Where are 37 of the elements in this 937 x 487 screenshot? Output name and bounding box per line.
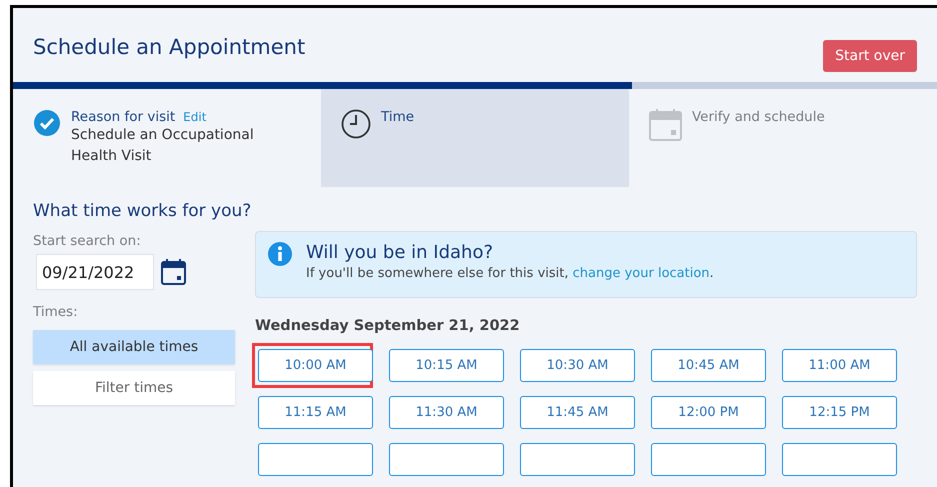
notice-title: Will you be in Idaho? [306, 242, 494, 263]
calendar-icon[interactable] [161, 259, 186, 285]
filter-option[interactable]: All available times [33, 330, 235, 364]
time-slot-button[interactable] [389, 443, 504, 476]
info-icon [268, 242, 292, 266]
date-input[interactable]: 09/21/2022 [36, 254, 154, 290]
time-slot-button[interactable]: 11:15 AM [258, 396, 373, 429]
time-slot-button[interactable]: 11:45 AM [520, 396, 635, 429]
time-slot-button[interactable] [520, 443, 635, 476]
field-label: Start search on: [33, 233, 142, 249]
time-slot-button[interactable]: 12:00 PM [651, 396, 766, 429]
step-detail: Schedule an Occupational Health Visit [71, 126, 255, 166]
clock-icon [341, 109, 371, 139]
field-label: Times: [33, 304, 79, 320]
section-heading: What time works for you? [33, 201, 252, 221]
filter-option[interactable]: Filter times [33, 371, 235, 405]
step-label: Verify and schedule [692, 109, 825, 125]
time-slot-button[interactable]: 10:30 AM [520, 349, 635, 382]
time-slot-button[interactable]: 12:15 PM [782, 396, 897, 429]
time-slot-button[interactable]: 10:00 AM [258, 349, 373, 382]
check-circle-icon [33, 109, 61, 137]
time-slot-button[interactable]: 11:30 AM [389, 396, 504, 429]
time-slot-button[interactable] [651, 443, 766, 476]
change-location-link[interactable]: change your location [572, 266, 710, 281]
day-heading: Wednesday September 21, 2022 [255, 318, 521, 334]
time-slot-button[interactable] [782, 443, 897, 476]
start-over-button[interactable]: Start over [823, 40, 917, 72]
notice-text: If you'll be somewhere else for this visit, change your location. [306, 266, 714, 281]
calendar-icon [649, 109, 682, 141]
page-title: Schedule an Appointment [33, 35, 306, 59]
step-label: Time [381, 109, 414, 125]
time-slot-button[interactable] [258, 443, 373, 476]
edit-link[interactable]: Edit [183, 110, 206, 124]
time-slot-button[interactable]: 10:45 AM [651, 349, 766, 382]
time-slot-button[interactable]: 10:15 AM [389, 349, 504, 382]
time-slot-button[interactable]: 11:00 AM [782, 349, 897, 382]
step-label: Reason for visit [71, 109, 176, 125]
